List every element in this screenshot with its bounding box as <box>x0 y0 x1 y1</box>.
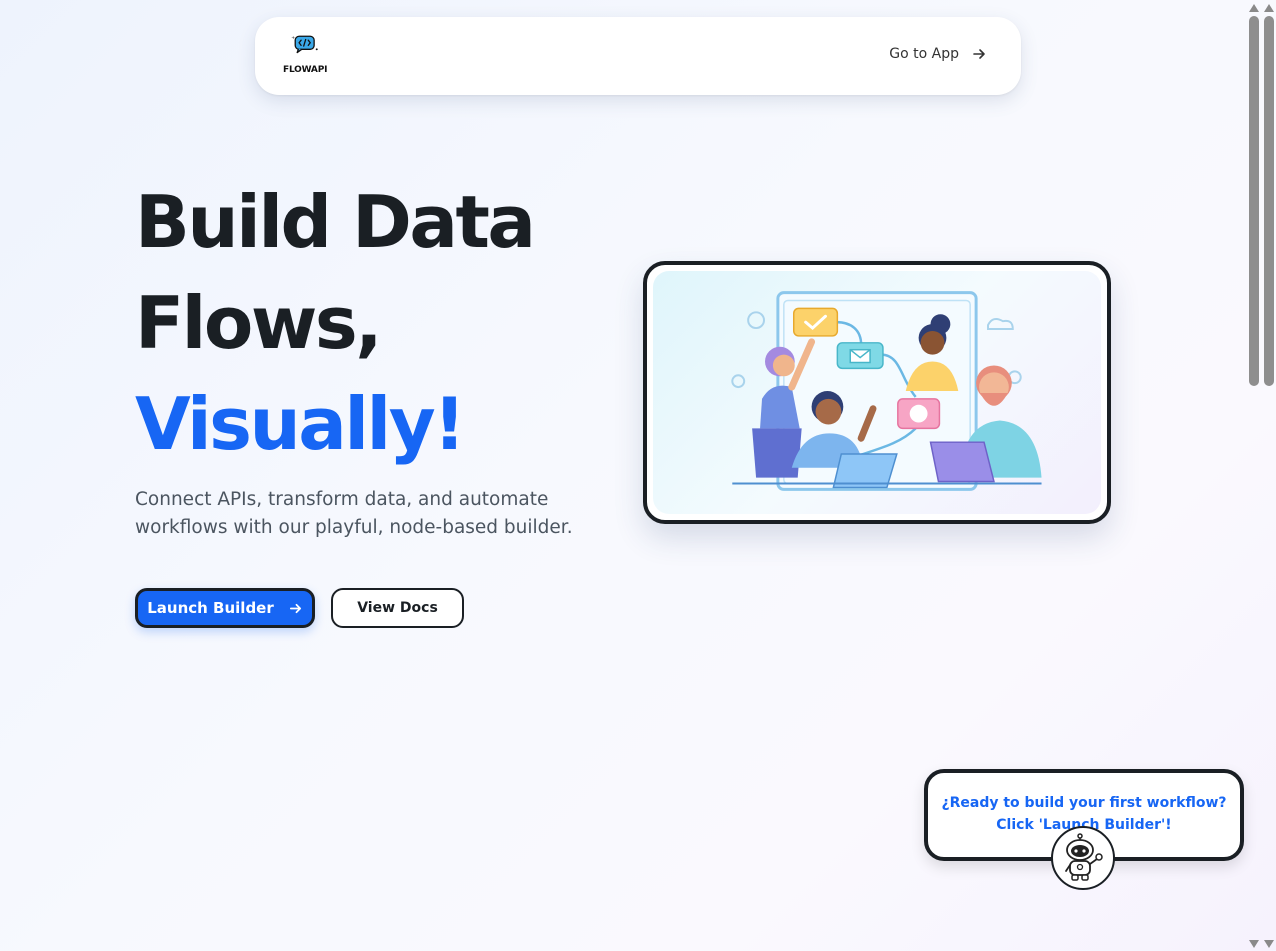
scroll-up-arrow[interactable] <box>1249 4 1259 12</box>
hero-title-accent: Visually! <box>135 382 466 466</box>
view-docs-button[interactable]: View Docs <box>331 588 464 628</box>
arrow-right-icon <box>973 49 985 59</box>
brand-name: FLOWAPI <box>283 65 328 75</box>
hero-title: Build Data Flows, Visually! <box>135 172 536 475</box>
launch-builder-button[interactable]: Launch Builder <box>135 588 315 628</box>
go-to-app-link[interactable]: Go to App <box>889 46 987 62</box>
robot-assistant-icon <box>1065 833 1103 881</box>
top-navbar: + FLOWAPI Go to App <box>255 17 1021 95</box>
team-collaboration-illustration <box>653 271 1101 514</box>
brand-logo[interactable]: + FLOWAPI <box>283 33 327 79</box>
go-to-app-label: Go to App <box>889 46 959 62</box>
outer-scrollbar-thumb[interactable] <box>1264 16 1274 386</box>
scroll-down-arrow[interactable] <box>1249 940 1259 948</box>
hero-illustration-card <box>643 261 1111 524</box>
scrollbar-thumb[interactable] <box>1249 16 1259 386</box>
helper-message-line-1: ¿Ready to build your first workflow? <box>941 795 1227 811</box>
view-docs-label: View Docs <box>357 600 438 616</box>
launch-builder-label: Launch Builder <box>147 599 274 617</box>
arrow-right-icon <box>289 603 301 613</box>
outer-scroll-up-arrow[interactable] <box>1264 4 1274 12</box>
hero-title-line-1: Build Data <box>135 180 536 264</box>
hero-title-line-2: Flows, <box>135 281 383 365</box>
outer-scroll-down-arrow[interactable] <box>1264 940 1274 948</box>
robot-assistant-button[interactable] <box>1051 826 1115 890</box>
code-bubble-icon: + <box>291 35 318 54</box>
hero-subtitle: Connect APIs, transform data, and automa… <box>135 489 573 538</box>
